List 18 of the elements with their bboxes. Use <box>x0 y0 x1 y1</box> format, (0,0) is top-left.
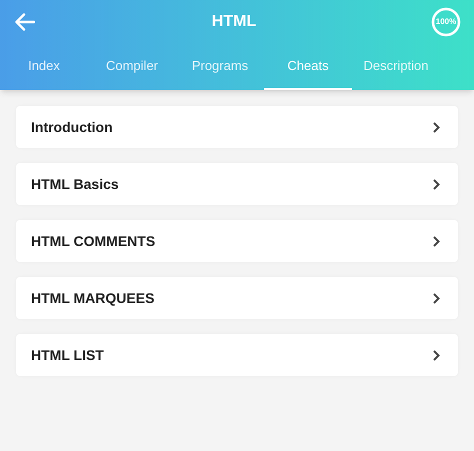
back-arrow-icon <box>15 13 35 31</box>
progress-reading: 100% <box>436 16 456 28</box>
list-item[interactable]: HTML LIST <box>16 334 458 376</box>
chevron-right-icon <box>433 122 440 132</box>
chevron-right-icon <box>433 292 440 304</box>
list-item[interactable]: Introduction <box>16 106 458 148</box>
page-title: HTML <box>212 12 256 32</box>
chevron-right-icon <box>433 350 440 360</box>
chevron-right-icon <box>433 178 440 190</box>
list-item[interactable]: HTML MARQUEES <box>16 277 458 319</box>
item-label: Introduction <box>31 118 113 136</box>
item-label: HTML COMMENTS <box>31 232 156 250</box>
chevron-right-icon <box>433 236 440 246</box>
list-item[interactable]: HTML COMMENTS <box>16 220 458 262</box>
item-label: HTML LIST <box>31 346 104 364</box>
item-label: HTML Basics <box>31 174 119 194</box>
list-item[interactable]: HTML Basics <box>16 163 458 205</box>
item-label: HTML MARQUEES <box>31 288 154 308</box>
